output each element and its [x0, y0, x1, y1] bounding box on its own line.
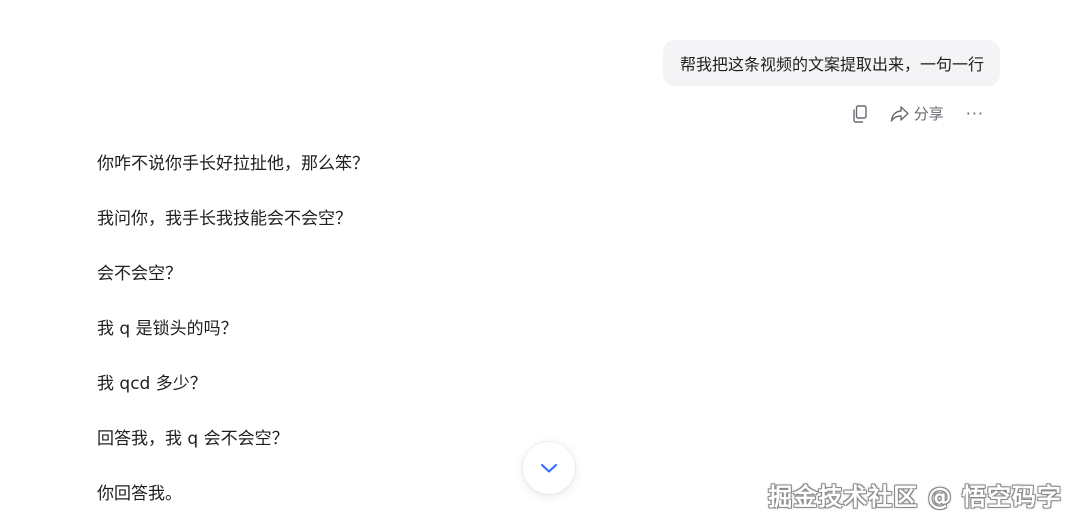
more-icon: ···	[965, 104, 984, 123]
more-options-button[interactable]: ···	[966, 104, 984, 123]
reply-line: 我 qcd 多少？	[97, 374, 207, 394]
copy-icon	[852, 104, 868, 123]
watermark: 掘金技术社区 @ 悟空码字	[768, 483, 1062, 511]
user-message-text: 帮我把这条视频的文案提取出来，一句一行	[679, 55, 984, 74]
copy-button[interactable]	[852, 104, 868, 123]
reply-line: 你咋不说你手长好拉扯他，那么笨？	[97, 154, 369, 174]
chevron-down-icon	[539, 459, 559, 478]
chat-page: 帮我把这条视频的文案提取出来，一句一行 分享 ··· 你咋不说你手长好拉扯他，那…	[0, 0, 1080, 526]
reply-line: 你回答我。	[97, 484, 182, 504]
user-message-bubble: 帮我把这条视频的文案提取出来，一句一行	[662, 40, 1000, 86]
reply-line: 回答我，我 q 会不会空？	[97, 429, 289, 449]
scroll-to-bottom-button[interactable]	[523, 442, 575, 494]
reply-line: 我 q 是锁头的吗？	[97, 319, 238, 339]
assistant-reply: 你咋不说你手长好拉扯他，那么笨？ 我问你，我手长我技能会不会空？ 会不会空？ 我…	[97, 150, 797, 526]
share-label: 分享	[913, 105, 944, 123]
share-icon	[890, 105, 910, 123]
message-actions: 分享 ···	[852, 103, 984, 124]
reply-line: 会不会空？	[97, 264, 182, 284]
share-button[interactable]: 分享	[890, 103, 944, 124]
reply-line: 我问你，我手长我技能会不会空？	[97, 209, 352, 229]
